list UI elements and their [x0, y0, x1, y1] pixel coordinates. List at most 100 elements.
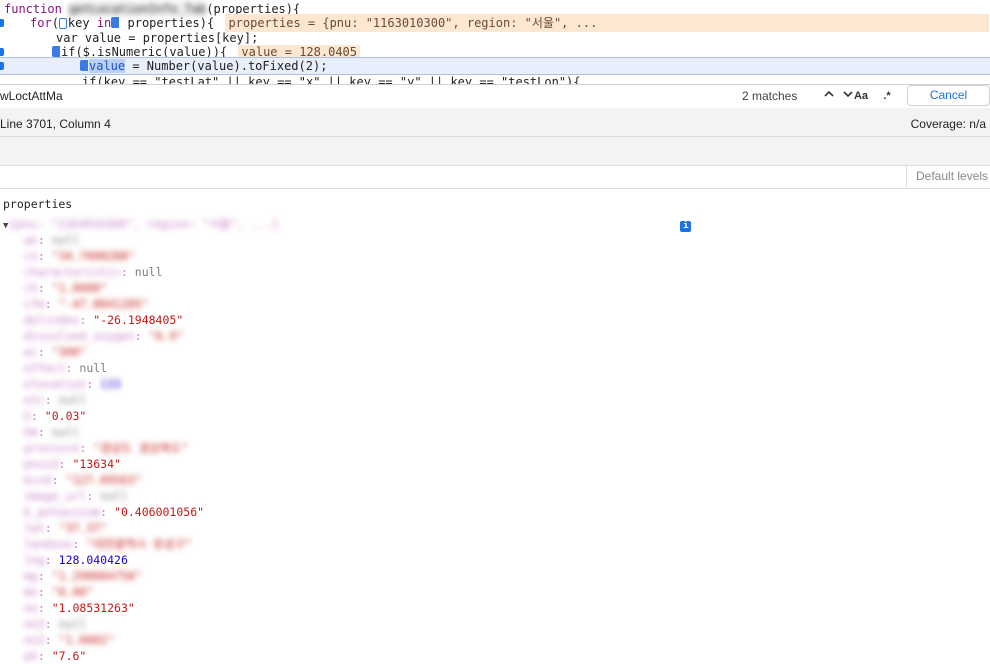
selected-token: value [89, 59, 126, 73]
property-key: elevation [24, 377, 87, 391]
property-row[interactable]: dissolved_oxygen: "6.9" [24, 328, 183, 344]
property-separator: : [44, 633, 59, 647]
property-row[interactable]: mg: "1.290004758" [24, 568, 142, 584]
property-value: "0.03" [44, 409, 87, 423]
property-value: null [79, 361, 108, 375]
property-row[interactable]: image_url: null [24, 488, 128, 504]
property-row[interactable]: pnuid: "13634" [24, 456, 121, 472]
inline-breakpoint[interactable] [80, 60, 88, 71]
execution-marker[interactable] [0, 62, 4, 70]
property-row[interactable]: k_potassium: "0.406001056" [24, 504, 204, 520]
property-separator: : [37, 601, 52, 615]
property-separator: : [44, 297, 59, 311]
match-case-button[interactable]: Aa [850, 87, 872, 105]
property-key: dissolved_oxygen [24, 329, 135, 343]
property-row[interactable]: ph: "7.6" [24, 648, 86, 664]
property-separator: : [37, 569, 52, 583]
code-line-6: if(key == "testLat" || key == "x" || key… [0, 73, 990, 84]
property-key: landuse [24, 537, 73, 551]
property-separator: : [120, 265, 135, 279]
property-row[interactable]: mn: "0.00" [24, 584, 93, 600]
inline-breakpoint[interactable] [58, 18, 67, 29]
property-separator: : [37, 233, 52, 247]
property-key: lng [24, 553, 45, 567]
property-value: "0.00" [51, 585, 94, 599]
property-value: "경상도 경상북도" [93, 441, 189, 455]
log-levels-dropdown[interactable]: Default levels [906, 166, 990, 187]
property-separator: : [86, 489, 101, 503]
property-row[interactable]: dolindex: "-26.1948405" [24, 312, 183, 328]
property-key: dolindex [24, 313, 80, 327]
keyword: in [96, 16, 112, 30]
property-key: lat [24, 521, 45, 535]
property-separator: : [44, 521, 59, 535]
code-text: properties){ [120, 16, 215, 30]
property-value: 128.040426 [58, 553, 128, 567]
property-key: no2 [24, 633, 45, 647]
property-key: kcvd [24, 473, 52, 487]
property-row[interactable]: landuse: "대전광역시 유성구" [24, 536, 192, 552]
property-key: characteristic [24, 265, 121, 279]
property-row[interactable]: characteristic: null [24, 264, 163, 280]
regex-button[interactable]: .* [878, 87, 896, 105]
search-input[interactable]: wLoctAttMa [0, 89, 63, 103]
property-separator: : [86, 377, 101, 391]
property-row[interactable]: etc: null [24, 392, 86, 408]
property-row[interactable]: an: null [24, 232, 79, 248]
property-value: null [58, 393, 87, 407]
property-separator: : [72, 537, 87, 551]
property-value: "0.406001056" [114, 505, 205, 519]
property-key: pnuid [24, 457, 59, 471]
property-key: etc [24, 393, 45, 407]
property-row[interactable]: lat: "37.37" [24, 520, 107, 536]
property-key: hm [24, 425, 38, 439]
property-key: ch [24, 281, 38, 295]
inline-breakpoint[interactable] [111, 17, 120, 28]
code-editor[interactable]: function getLocationInfo_Tab(properties)… [0, 0, 990, 84]
property-row[interactable]: kcvd: "127.09563" [24, 472, 142, 488]
property-value: "37.37" [58, 521, 108, 535]
property-value: null [58, 617, 87, 631]
property-separator: : [30, 409, 45, 423]
property-value: "127.09563" [65, 473, 142, 487]
property-key: no3 [24, 617, 45, 631]
console-log-label: properties [3, 197, 73, 211]
property-separator: : [37, 425, 52, 439]
match-count: 2 matches [742, 89, 798, 103]
property-separator: : [37, 281, 52, 295]
property-row[interactable]: lng: 128.040426 [24, 552, 128, 568]
property-value: "-47.8041285" [58, 297, 149, 311]
property-row[interactable]: elevation: 133 [24, 376, 121, 392]
coverage-status: Coverage: n/a [910, 117, 986, 131]
property-row[interactable]: hm: null [24, 424, 79, 440]
property-separator: : [65, 361, 80, 375]
property-row[interactable]: ec: "300" [24, 344, 86, 360]
property-key: province [24, 441, 80, 455]
info-icon[interactable]: i [680, 221, 692, 232]
property-row[interactable]: cn: "34.7008288" [24, 248, 135, 264]
property-row[interactable]: nn: "1.08531263" [24, 600, 135, 616]
cancel-button[interactable]: Cancel [907, 85, 990, 106]
breakpoint-marker[interactable] [0, 48, 4, 56]
property-key: effect [24, 361, 66, 375]
property-row[interactable]: cfm: "-47.8041285" [24, 296, 149, 312]
property-row[interactable]: effect: null [24, 360, 107, 376]
property-key: cn [24, 249, 38, 263]
breakpoint-marker[interactable] [0, 19, 4, 27]
property-key: mg [24, 569, 38, 583]
property-row[interactable]: no2: "1.0002" [24, 632, 114, 648]
previous-match-button[interactable] [820, 87, 838, 105]
property-value: "1.0000" [51, 281, 108, 295]
property-separator: : [134, 329, 149, 343]
property-row[interactable]: h: "0.03" [24, 408, 86, 424]
property-key: mn [24, 585, 38, 599]
cursor-position: Line 3701, Column 4 [0, 117, 111, 131]
inline-breakpoint[interactable] [52, 46, 60, 57]
property-separator: : [37, 585, 52, 599]
property-row[interactable]: province: "경상도 경상북도" [24, 440, 188, 456]
object-summary-row[interactable]: ▼{pnu: "1163010300", region: "서울", ...} … [3, 216, 692, 232]
property-row[interactable]: no3: null [24, 616, 86, 632]
property-row[interactable]: ch: "1.0000" [24, 280, 107, 296]
property-separator: : [58, 457, 73, 471]
property-value: "1.0002" [58, 633, 115, 647]
